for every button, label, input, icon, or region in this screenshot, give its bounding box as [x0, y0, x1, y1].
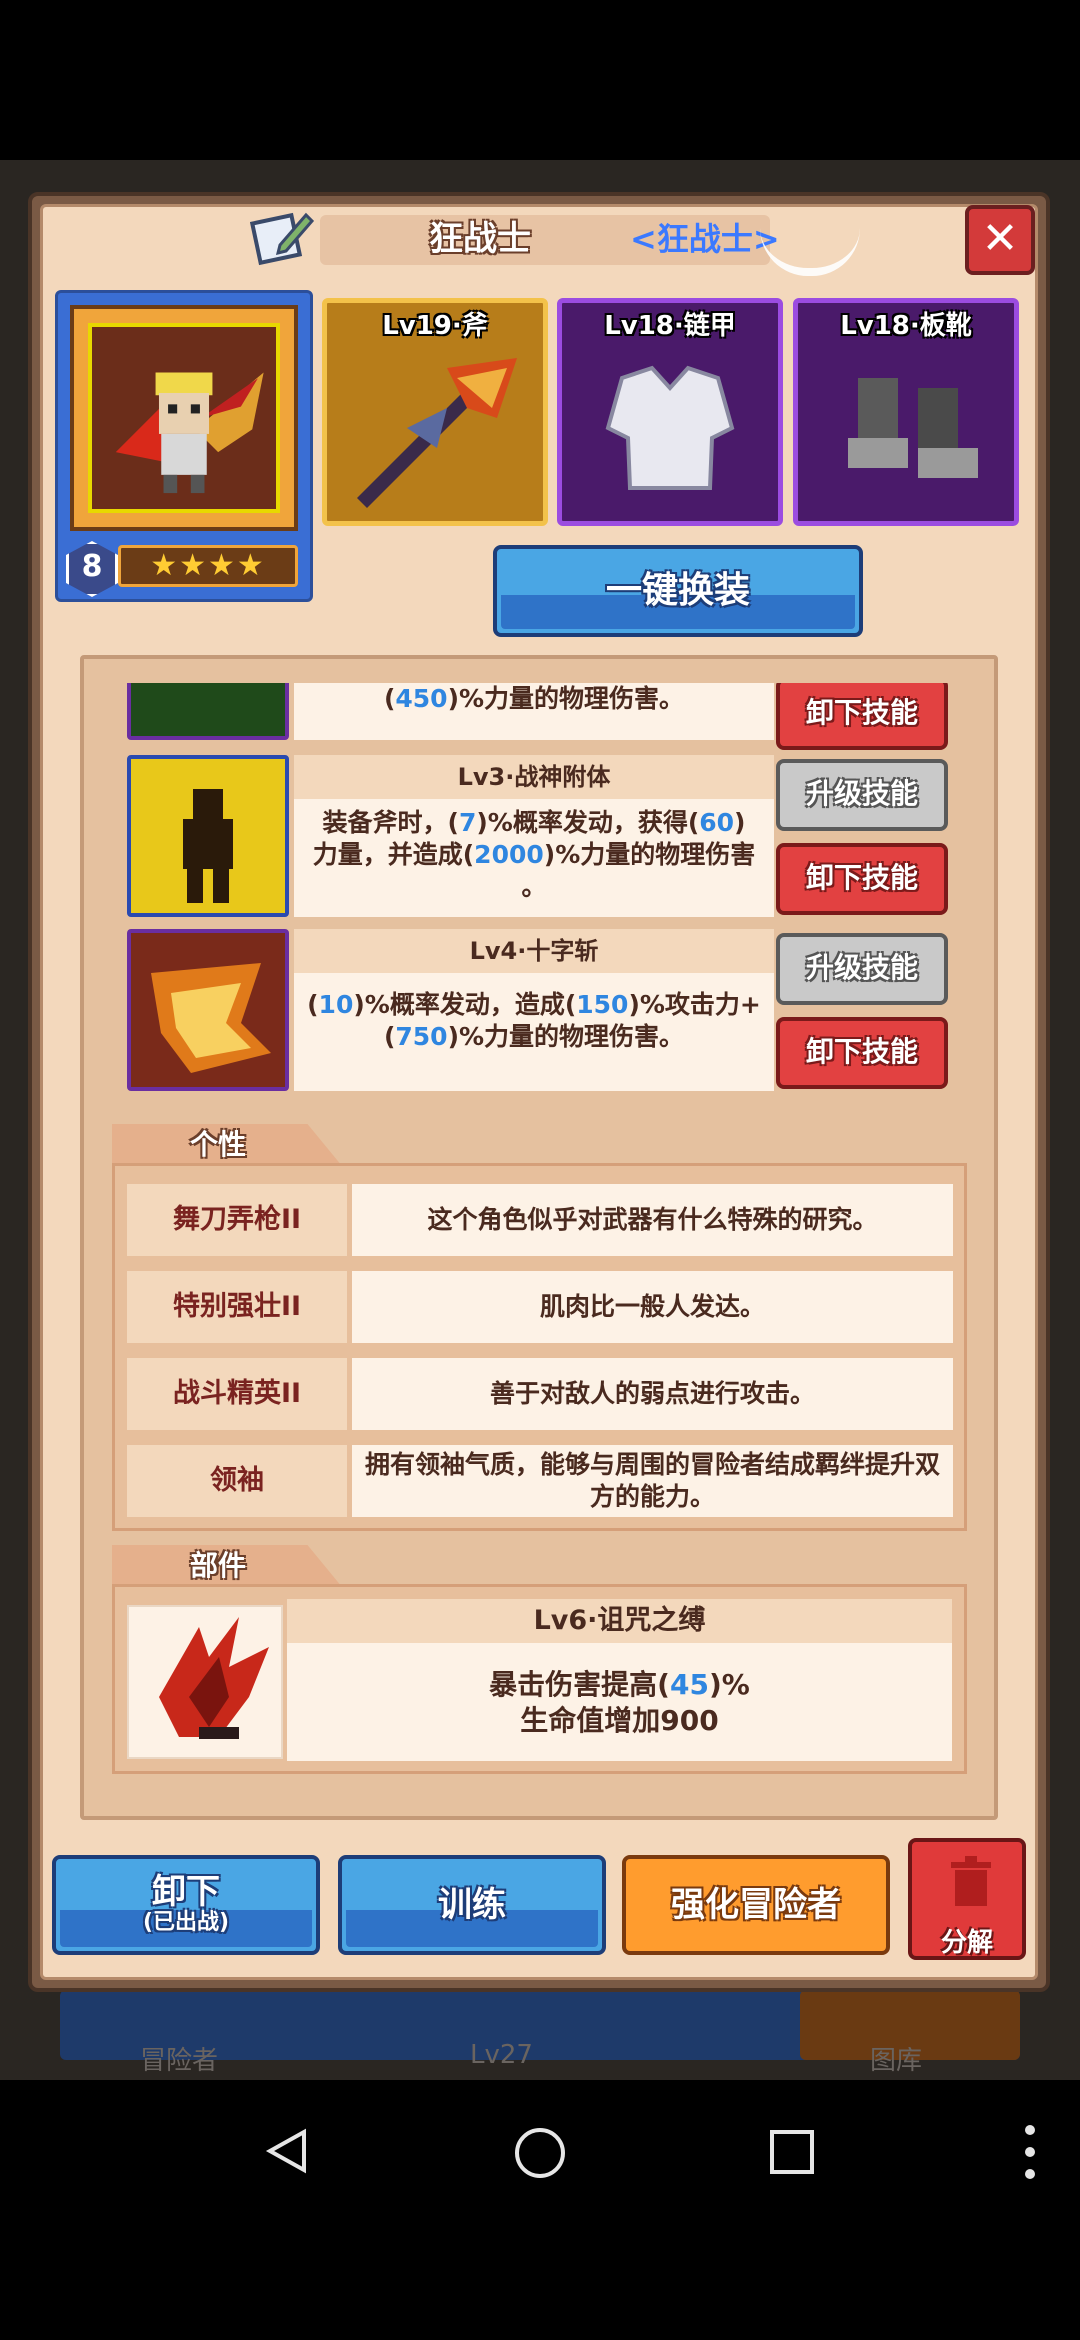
skill-body: Lv4·十字斩 (10)%概率发动，造成(150)%攻击力+ (750)%力量的… — [294, 929, 774, 1091]
skill-row: Lv3·战神附体 装备斧时，(7)%概率发动，获得(60) 力量，并造成(200… — [112, 755, 967, 921]
war-god-skill-icon — [127, 755, 289, 917]
skill-row: Lv4·十字斩 (10)%概率发动，造成(150)%攻击力+ (750)%力量的… — [112, 929, 967, 1095]
unload-hero-sublabel: (已出战) — [142, 1910, 230, 1935]
upgrade-skill-button[interactable]: 升级技能 — [776, 759, 948, 831]
system-navigation-bar — [0, 2080, 1080, 2340]
unload-skill-button[interactable]: 卸下技能 — [776, 843, 948, 915]
part-body: Lv6·诅咒之缚 暴击伤害提高(45)% 生命值增加900 — [287, 1599, 952, 1761]
equipment-label: Lv19·斧 — [382, 311, 488, 341]
hero-avatar — [88, 323, 280, 513]
trait-name: 特别强壮II — [127, 1271, 347, 1343]
unload-hero-button[interactable]: 卸下 (已出战) — [52, 1855, 320, 1955]
hero-stars: ★★★★ — [118, 545, 298, 587]
trait-desc: 这个角色似乎对武器有什么特殊的研究。 — [352, 1184, 953, 1256]
traits-section-tab: 个性 — [112, 1124, 342, 1166]
edit-name-icon[interactable] — [250, 205, 314, 269]
train-label: 训练 — [438, 1885, 506, 1925]
hero-name: 狂战士 — [429, 219, 531, 259]
skill-icon-wind — [127, 683, 289, 740]
background-text-left: 冒险者 — [140, 2046, 219, 2076]
skill-desc: (10)%概率发动，造成(150)%攻击力+ (750)%力量的物理伤害。 — [307, 990, 761, 1051]
skills-list[interactable]: (450)%力量的物理伤害。 卸下技能 Lv3·战神附体 装备斧时，(7)%概率… — [112, 683, 967, 1108]
curse-bind-icon — [159, 1617, 269, 1739]
skill-desc: (450)%力量的物理伤害。 — [383, 684, 685, 713]
trait-desc: 肌肉比一般人发达。 — [352, 1271, 953, 1343]
trait-desc: 拥有领袖气质，能够与周围的冒险者结成羁绊提升双方的能力。 — [352, 1445, 953, 1517]
trait-name: 领袖 — [127, 1445, 347, 1517]
trait-name: 战斗精英II — [127, 1358, 347, 1430]
berserker-avatar-icon — [115, 372, 264, 494]
trait-row: 领袖 拥有领袖气质，能够与周围的冒险者结成羁绊提升双方的能力。 — [127, 1445, 953, 1517]
close-button[interactable]: ✕ — [965, 205, 1035, 275]
background-text-center: Lv27 — [470, 2040, 533, 2070]
upgrade-skill-button[interactable]: 升级技能 — [776, 933, 948, 1005]
part-desc: 暴击伤害提高(45)% 生命值增加900 — [489, 1668, 750, 1737]
one-click-equip-label: 一键换装 — [605, 570, 750, 611]
enhance-hero-button[interactable]: 强化冒险者 — [622, 1855, 890, 1955]
trait-row: 舞刀弄枪II 这个角色似乎对武器有什么特殊的研究。 — [127, 1184, 953, 1256]
equipment-label: Lv18·链甲 — [604, 311, 736, 341]
hero-level-badge: 8 — [66, 541, 118, 597]
equipment-slot-armor[interactable]: Lv18·链甲 — [557, 298, 783, 526]
unload-hero-label: 卸下 — [152, 1872, 220, 1912]
unload-skill-button[interactable]: 卸下技能 — [776, 1017, 948, 1089]
part-icon[interactable] — [127, 1605, 283, 1759]
skill-title: Lv3·战神附体 — [294, 755, 774, 799]
dismantle-button[interactable]: 分解 — [908, 1838, 1026, 1960]
flame-slash-icon — [151, 963, 271, 1073]
chainmail-icon — [605, 365, 735, 490]
enhance-label: 强化冒险者 — [671, 1885, 841, 1925]
back-icon[interactable] — [262, 2126, 312, 2176]
skill-title: Lv4·十字斩 — [294, 929, 774, 973]
warrior-silhouette-icon — [183, 789, 233, 903]
boots-icon — [848, 378, 978, 478]
skill-row: (450)%力量的物理伤害。 卸下技能 — [112, 683, 967, 750]
trait-row: 战斗精英II 善于对敌人的弱点进行攻击。 — [127, 1358, 953, 1430]
part-title: Lv6·诅咒之缚 — [287, 1599, 952, 1643]
axe-icon — [357, 358, 517, 508]
parts-section-tab: 部件 — [112, 1545, 342, 1587]
trait-row: 特别强壮II 肌肉比一般人发达。 — [127, 1271, 953, 1343]
more-options-icon[interactable] — [1020, 2122, 1040, 2182]
trait-name: 舞刀弄枪II — [127, 1184, 347, 1256]
unload-skill-button[interactable]: 卸下技能 — [776, 683, 948, 750]
dismantle-label: 分解 — [940, 1928, 993, 1958]
parts-section: Lv6·诅咒之缚 暴击伤害提高(45)% 生命值增加900 — [112, 1584, 967, 1774]
cross-slash-skill-icon — [127, 929, 289, 1091]
traits-section: 舞刀弄枪II 这个角色似乎对武器有什么特殊的研究。 特别强壮II 肌肉比一般人发… — [112, 1163, 967, 1531]
skill-body: Lv3·战神附体 装备斧时，(7)%概率发动，获得(60) 力量，并造成(200… — [294, 755, 774, 917]
equipment-slot-boots[interactable]: Lv18·板靴 — [793, 298, 1019, 526]
one-click-equip-button[interactable]: 一键换装 — [493, 545, 863, 637]
background-text-right: 图库 — [870, 2046, 923, 2076]
portrait-frame — [70, 305, 298, 531]
equipment-slot-weapon[interactable]: Lv19·斧 — [322, 298, 548, 526]
recents-icon[interactable] — [768, 2128, 816, 2176]
train-button[interactable]: 训练 — [338, 1855, 606, 1955]
trash-icon — [951, 1856, 991, 1906]
equipment-label: Lv18·板靴 — [840, 311, 972, 341]
skill-body: (450)%力量的物理伤害。 — [294, 683, 774, 740]
home-icon[interactable] — [513, 2126, 567, 2180]
hero-portrait-card[interactable]: 8 ★★★★ — [55, 290, 313, 602]
skill-desc: 装备斧时，(7)%概率发动，获得(60) 力量，并造成(2000)%力量的物理伤… — [312, 808, 756, 901]
trait-desc: 善于对敌人的弱点进行攻击。 — [352, 1358, 953, 1430]
